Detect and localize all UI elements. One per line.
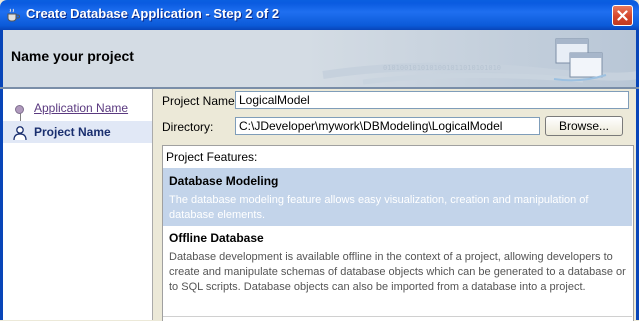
project-features-title: Project Features: xyxy=(166,150,258,164)
browse-button[interactable]: Browse... xyxy=(545,116,623,136)
directory-label: Directory: xyxy=(162,120,214,134)
feature-desc-offline-database: Database development is available offlin… xyxy=(169,251,626,293)
project-name-input[interactable]: LogicalModel xyxy=(235,91,629,109)
page-title: Name your project xyxy=(11,48,134,64)
nav-label-project-name: Project Name xyxy=(34,125,111,139)
feature-separator xyxy=(163,316,632,317)
feature-title-offline-database[interactable]: Offline Database xyxy=(169,231,264,245)
directory-input[interactable]: C:\JDeveloper\mywork\DBModeling\LogicalM… xyxy=(235,117,540,135)
title-bar[interactable]: Create Database Application - Step 2 of … xyxy=(0,0,639,30)
close-icon xyxy=(617,10,628,21)
project-name-label: Project Name: xyxy=(162,94,239,108)
nav-label-application-name[interactable]: Application Name xyxy=(34,101,128,115)
wizard-header: Name your project 0101001010101001011010… xyxy=(0,30,639,87)
feature-title-database-modeling: Database Modeling xyxy=(169,174,279,188)
window-title: Create Database Application - Step 2 of … xyxy=(26,6,280,21)
person-icon xyxy=(13,126,27,141)
windows-art-icon xyxy=(553,38,607,82)
close-button[interactable] xyxy=(612,5,633,26)
wizard-steps-nav xyxy=(3,89,153,320)
step-dot-icon xyxy=(15,105,24,114)
svg-text:0101001010101001011010101010: 0101001010101001011010101010 xyxy=(383,64,501,72)
coffee-cup-icon xyxy=(5,7,21,23)
feature-desc-database-modeling: The database modeling feature allows eas… xyxy=(169,194,589,221)
